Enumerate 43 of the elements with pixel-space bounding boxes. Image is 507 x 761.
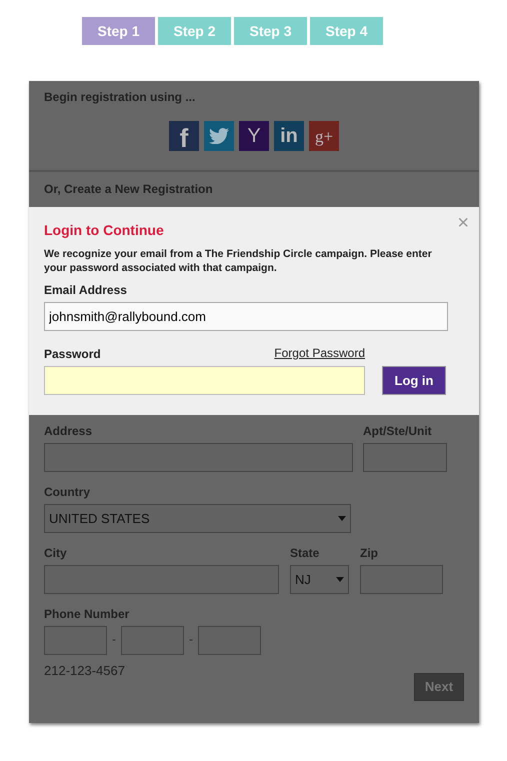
step-tab[interactable]: Step 4 (310, 17, 383, 45)
facebook-button[interactable]: f (169, 121, 199, 151)
step-tab[interactable]: Step 2 (158, 17, 231, 45)
country-select[interactable]: UNITED STATES (44, 504, 351, 533)
field-label: City (44, 546, 68, 561)
phone-field[interactable] (44, 626, 107, 655)
separator: - (188, 633, 194, 648)
close-button[interactable]: × (457, 213, 469, 233)
zip-field[interactable] (360, 565, 443, 594)
forgot-password-link[interactable]: Forgot Password (274, 344, 365, 362)
password-field[interactable] (44, 366, 365, 395)
dialog-title: Login to Continue (44, 221, 164, 239)
next-button[interactable]: Next (414, 673, 464, 701)
phone-field[interactable] (198, 626, 261, 655)
dialog-message: We recognize your email from a The Friendship Circle campaign. Please enter your password associated with that campaign. (44, 247, 433, 275)
phone-hint: 212-123-4567 (44, 662, 125, 680)
step-tab[interactable]: Step 1 (82, 17, 155, 45)
step-tab[interactable]: Step 3 (234, 17, 307, 45)
field-label: Phone Number (44, 607, 130, 622)
field-label: Address (44, 424, 94, 439)
phone-field[interactable] (121, 626, 184, 655)
caret-icon (336, 577, 344, 582)
linkedin-button[interactable]: in (274, 121, 304, 151)
login-button[interactable]: Log in (382, 366, 446, 395)
field-label: State (290, 546, 320, 561)
yahoo-button[interactable]: Y (239, 121, 269, 151)
twitter-button[interactable] (204, 121, 234, 151)
email-field[interactable]: johnsmith@rallybound.com (44, 302, 448, 331)
caret-icon (338, 516, 346, 521)
bird-icon (209, 128, 229, 144)
field-label: Country (44, 485, 91, 500)
field-label: Password (44, 347, 101, 362)
state-select[interactable]: NJ (290, 565, 349, 594)
field-label: Email Address (44, 283, 128, 298)
field-label: Zip (360, 546, 379, 561)
address-field[interactable] (44, 443, 353, 472)
google-plus-button[interactable]: g+ (309, 121, 339, 151)
separator: - (111, 633, 117, 648)
city-field[interactable] (44, 565, 279, 594)
apt-field[interactable] (363, 443, 447, 472)
field-label: Apt/Ste/Unit (363, 424, 433, 439)
section-heading: Begin registration using ... (44, 90, 196, 105)
section-heading: Or, Create a New Registration (44, 182, 214, 197)
